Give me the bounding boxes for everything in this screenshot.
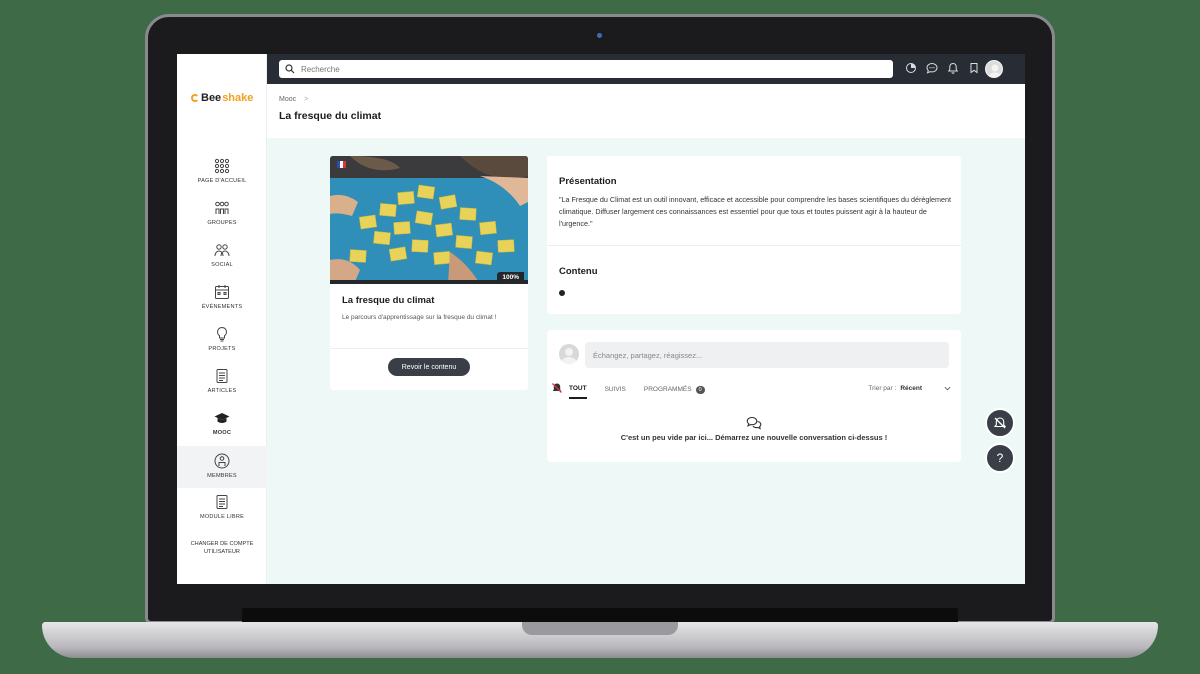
tab-label: SUIVIS [604,386,626,393]
sidebar-item-label: SOCIAL [211,262,233,268]
sort-dropdown[interactable]: Trier par : Récent [868,385,951,392]
breadcrumb-mooc[interactable]: Mooc [279,96,296,103]
logo-mark-icon [191,94,199,102]
sidebar-item-groups[interactable]: GROUPES [177,196,267,236]
switch-account-link[interactable]: CHANGER DE COMPTE UTILISATEUR [177,540,267,556]
post-input[interactable] [585,342,949,368]
logo-text-bee: Bee [201,92,222,104]
grid-icon [214,158,230,174]
bookmark-icon[interactable] [968,62,980,74]
chevron-down-icon [944,386,951,391]
course-card: 100% La fresque du climat Le parcours d'… [330,156,528,390]
tab-label: PROGRAMMÉS [643,386,692,393]
graduation-cap-icon [214,413,230,423]
search-input[interactable] [301,64,881,74]
course-image[interactable] [330,156,528,284]
progress-badge: 100% [497,272,524,283]
laptop-notch [522,622,678,635]
logo-text-shake: shake [222,92,254,104]
tab-followed[interactable]: SUIVIS [605,385,626,399]
sidebar-item-home[interactable]: PAGE D'ACCUEIL [177,154,267,194]
page-title: La fresque du climat [279,110,382,122]
sidebar-item-free-module[interactable]: MODULE LIBRE [177,490,267,530]
sidebar-item-label: ÉVÉNEMENTS [201,304,243,310]
divider [547,245,961,246]
workshop-photo-illustration [330,156,528,284]
sidebar-item-label: ARTICLES [207,388,237,394]
sidebar-item-label: MODULE LIBRE [199,514,245,520]
tab-label: TOUT [569,385,587,392]
bell-off-icon [993,417,1007,429]
beeshake-logo[interactable]: Bee shake [191,92,253,104]
presentation-card: Présentation "La Fresque du Climat est u… [547,156,961,314]
avatar [559,344,579,364]
presentation-text: "La Fresque du Climat est un outil innov… [559,195,951,228]
sidebar-item-label: PAGE D'ACCUEIL [197,178,247,184]
discussion-card: TOUT SUIVIS PROGRAMMÉS 0 Trier par : Réc… [547,330,961,462]
empty-state-text: C'est un peu vide par ici... Démarrez un… [620,433,888,442]
lightbulb-icon [217,326,227,342]
member-icon [214,453,230,469]
sidebar-item-events[interactable]: ÉVÉNEMENTS [177,280,267,320]
calendar-icon [215,285,229,299]
content-bullet [559,290,565,296]
document-icon [216,495,228,509]
notifications-toggle-button[interactable] [985,408,1015,438]
conversation-icon [746,416,762,430]
tab-scheduled[interactable]: PROGRAMMÉS 0 [644,385,705,399]
sidebar: Bee shake PAGE D'ACCUEIL GROUPES SOCIAL … [177,54,267,584]
avatar-icon [988,64,1002,77]
topbar [267,54,1025,84]
review-content-button[interactable]: Revoir le contenu [388,358,470,376]
sidebar-item-label: MEMBRES [207,473,237,479]
social-icon [214,244,230,257]
french-flag-icon [337,161,346,168]
chat-icon[interactable] [926,62,938,74]
search-box[interactable] [279,60,893,78]
help-icon: ? [996,451,1004,465]
page-header: Mooc > La fresque du climat [267,84,1025,138]
tab-all[interactable]: TOUT [569,385,587,399]
course-title[interactable]: La fresque du climat [342,295,434,306]
user-avatar[interactable] [985,60,1003,78]
camera-dot [597,33,602,38]
sidebar-item-social[interactable]: SOCIAL [177,238,267,278]
topbar-icons [905,62,980,74]
document-icon [216,369,228,383]
search-icon [285,64,295,74]
feed-tabs: TOUT SUIVIS PROGRAMMÉS 0 [569,385,705,399]
avatar-icon [561,348,577,364]
sidebar-item-projects[interactable]: PROJETS [177,322,267,362]
presentation-title: Présentation [559,176,617,187]
app-screen: Bee shake PAGE D'ACCUEIL GROUPES SOCIAL … [177,54,1025,584]
course-description: Le parcours d'apprentissage sur la fresq… [342,314,497,321]
sidebar-item-members[interactable]: MEMBRES [177,446,267,488]
sidebar-item-label: MOOC [212,430,232,436]
sidebar-item-mooc[interactable]: MOOC [177,406,267,446]
count-badge: 0 [695,385,705,394]
sort-value: Récent [900,385,922,392]
help-button[interactable]: ? [985,443,1015,473]
sort-label: Trier par : [868,385,897,392]
sidebar-item-articles[interactable]: ARTICLES [177,364,267,404]
divider [330,348,528,349]
breadcrumb: Mooc > [279,96,308,103]
bell-icon[interactable] [947,62,959,74]
sidebar-item-label: GROUPES [207,220,237,226]
breadcrumb-separator: > [304,96,309,103]
stats-icon[interactable] [905,62,917,74]
notifications-off-icon[interactable] [551,382,563,394]
content-title: Contenu [559,266,598,277]
sidebar-item-label: PROJETS [208,346,236,352]
groups-icon [215,201,229,214]
